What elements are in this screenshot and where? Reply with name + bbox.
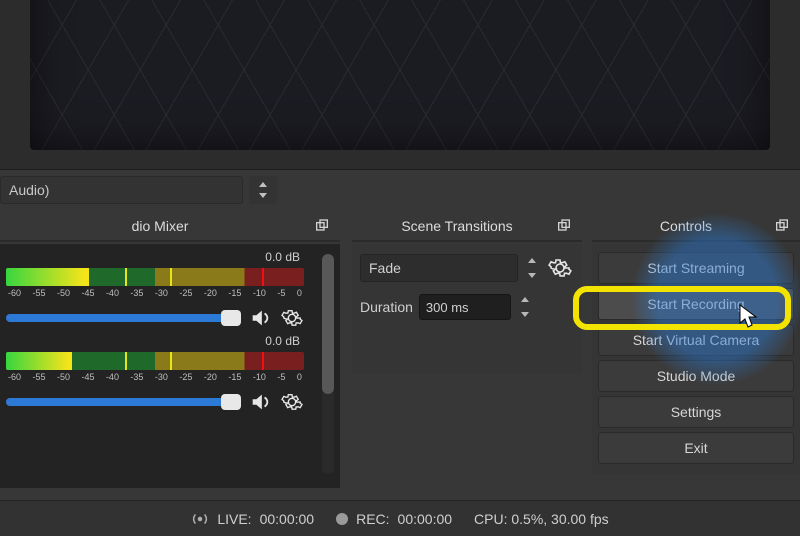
cpu-indicator: CPU: 0.5%, 30.00 fps [474, 511, 609, 527]
transition-value: Fade [369, 260, 401, 276]
volume-slider[interactable] [6, 398, 240, 406]
meter-level [6, 268, 89, 286]
start-streaming-button[interactable]: Start Streaming [598, 252, 794, 284]
record-dot-icon [336, 513, 348, 525]
rec-indicator: REC: 00:00:00 [336, 511, 452, 527]
live-indicator: LIVE: 00:00:00 [191, 510, 314, 528]
channel-db: 0.0 dB [265, 334, 300, 348]
settings-button[interactable]: Settings [598, 396, 794, 428]
gear-icon[interactable] [280, 390, 304, 414]
duration-input[interactable]: 300 ms [419, 294, 511, 320]
controls-header: Controls [592, 212, 800, 242]
live-time: 00:00:00 [260, 511, 315, 527]
audio-source-row: Audio) [0, 175, 277, 205]
channel-controls [6, 306, 304, 330]
audio-source-label: Audio) [9, 182, 49, 198]
audio-meter [6, 352, 304, 370]
scrollbar-thumb[interactable] [322, 254, 334, 394]
start-recording-button[interactable]: Start Recording [598, 288, 794, 320]
gear-icon[interactable] [280, 306, 304, 330]
duration-label: Duration [360, 299, 413, 315]
duration-spinner[interactable] [517, 294, 533, 320]
popout-icon[interactable] [554, 216, 574, 236]
audio-source-spinner[interactable] [249, 176, 277, 204]
broadcast-icon [191, 510, 209, 528]
speaker-icon[interactable] [248, 390, 272, 414]
controls-title: Controls [600, 218, 772, 234]
live-label: LIVE: [217, 511, 251, 527]
duration-value: 300 ms [426, 300, 469, 315]
mixer-scrollbar[interactable] [322, 254, 334, 474]
cpu-text: CPU: 0.5%, 30.00 fps [474, 511, 609, 527]
speaker-icon[interactable] [248, 306, 272, 330]
audio-mixer-panel: 0.0 dB -60-55-50-45-40-35-30-25-20-15-10… [0, 244, 340, 488]
gear-icon[interactable] [546, 254, 574, 282]
controls-panel: Start Streaming Start Recording Start Vi… [592, 244, 800, 474]
rec-time: 00:00:00 [398, 511, 453, 527]
meter-level [6, 352, 72, 370]
channel-db: 0.0 dB [265, 250, 300, 264]
mixer-channel: 0.0 dB -60-55-50-45-40-35-30-25-20-15-10… [0, 334, 334, 418]
audio-mixer-title: dio Mixer [8, 218, 312, 234]
meter-scale: -60-55-50-45-40-35-30-25-20-15-10-50 [6, 288, 304, 298]
transition-select[interactable]: Fade [360, 254, 518, 282]
meter-scale: -60-55-50-45-40-35-30-25-20-15-10-50 [6, 372, 304, 382]
exit-button[interactable]: Exit [598, 432, 794, 464]
popout-icon[interactable] [772, 216, 792, 236]
scene-transitions-panel: Fade Duration 300 ms [352, 244, 582, 374]
preview-canvas[interactable] [30, 0, 770, 150]
start-virtual-camera-button[interactable]: Start Virtual Camera [598, 324, 794, 356]
popout-icon[interactable] [312, 216, 332, 236]
status-bar: LIVE: 00:00:00 REC: 00:00:00 CPU: 0.5%, … [0, 500, 800, 536]
audio-source-select[interactable]: Audio) [0, 176, 243, 204]
studio-mode-button[interactable]: Studio Mode [598, 360, 794, 392]
preview-area [0, 0, 800, 170]
mixer-channel: 0.0 dB -60-55-50-45-40-35-30-25-20-15-10… [0, 250, 334, 334]
scene-transitions-title: Scene Transitions [360, 218, 554, 234]
rec-label: REC: [356, 511, 389, 527]
scene-transitions-header: Scene Transitions [352, 212, 582, 242]
audio-meter [6, 268, 304, 286]
channel-controls [6, 390, 304, 414]
transition-spinner[interactable] [524, 255, 540, 281]
volume-slider[interactable] [6, 314, 240, 322]
audio-mixer-header: dio Mixer [0, 212, 340, 242]
